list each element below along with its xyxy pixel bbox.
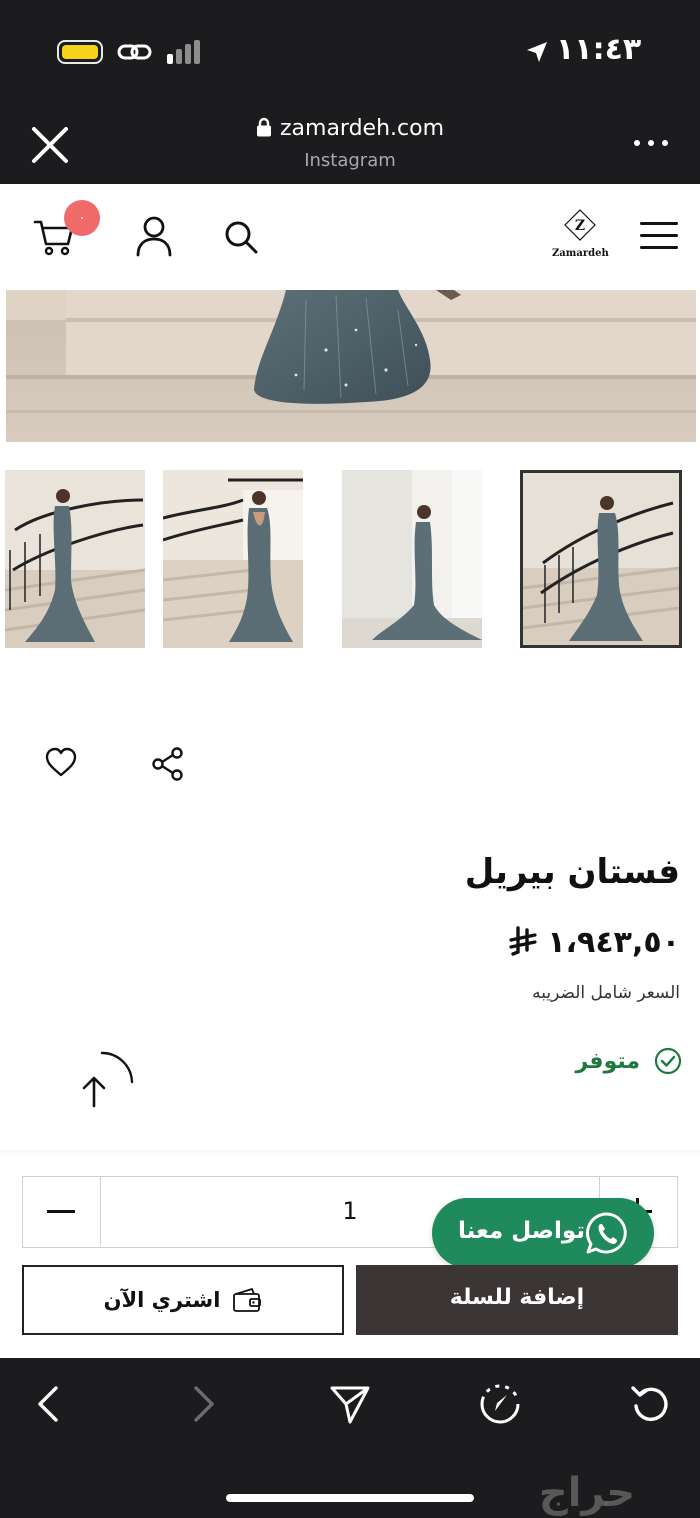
brand-name: Zamardeh [552, 248, 609, 259]
decrease-quantity-button[interactable] [23, 1177, 101, 1246]
thumbnail-image [163, 470, 303, 648]
battery-icon [57, 40, 103, 64]
whatsapp-contact-button[interactable]: تواصل معنا [432, 1198, 654, 1268]
wallet-icon [233, 1288, 262, 1312]
tax-note: السعر شامل الضريبه [532, 983, 680, 1003]
whatsapp-label: تواصل معنا [458, 1218, 585, 1244]
price-row: ١،٩٤٣,٥٠ [509, 920, 680, 964]
section-divider [0, 1150, 700, 1158]
browser-toolbar: حراج [0, 1358, 700, 1518]
product-price: ١،٩٤٣,٥٠ [547, 924, 680, 960]
product-main-image[interactable] [6, 290, 696, 442]
availability-text: متوفر [575, 1048, 641, 1074]
link-icon [117, 44, 152, 60]
thumbnail-gallery [0, 470, 700, 648]
menu-icon[interactable] [640, 220, 680, 252]
compass-icon[interactable] [478, 1382, 522, 1426]
product-title: فستان بيريل [464, 852, 680, 892]
browser-header: zamardeh.com Instagram [0, 100, 700, 184]
chevron-right-icon[interactable] [180, 1382, 224, 1426]
site-header: ٠ Z Zamardeh [0, 184, 700, 290]
clock: ١١:٤٣ [556, 32, 642, 67]
heart-icon[interactable] [44, 746, 78, 780]
signal-icon [167, 40, 205, 64]
send-icon[interactable] [328, 1382, 372, 1426]
chevron-left-icon[interactable] [28, 1382, 72, 1426]
thumbnail-image [342, 470, 482, 648]
buy-now-label: اشتري الآن [103, 1288, 221, 1312]
status-bar: ١١:٤٣ [0, 0, 700, 100]
arrow-up-icon[interactable] [74, 1050, 136, 1112]
share-icon[interactable] [150, 746, 186, 782]
product-photo [6, 290, 696, 442]
search-icon[interactable] [222, 218, 260, 256]
whatsapp-icon [586, 1212, 627, 1254]
user-icon[interactable] [134, 214, 174, 258]
logo-mark: Z [564, 209, 596, 241]
lock-icon [256, 117, 271, 137]
add-to-cart-label: إضافة للسلة [449, 1285, 585, 1310]
riyal-currency-icon [509, 926, 537, 956]
logo-letter: Z [575, 218, 585, 234]
minus-icon [47, 1210, 75, 1213]
haraj-watermark: حراج [539, 1470, 635, 1516]
location-arrow-icon [527, 42, 547, 62]
brand-logo[interactable]: Z Zamardeh [552, 208, 609, 268]
add-to-cart-button[interactable]: إضافة للسلة [356, 1265, 678, 1335]
source-label: Instagram [304, 150, 396, 171]
url-text: zamardeh.com [279, 116, 445, 141]
buy-now-button[interactable]: اشتري الآن [22, 1265, 344, 1335]
url-bar[interactable]: zamardeh.com [0, 116, 700, 141]
more-icon[interactable] [634, 140, 668, 150]
thumbnail-image [5, 470, 145, 648]
cart-count-badge: ٠ [64, 200, 100, 236]
svg-text:حراج: حراج [539, 1470, 635, 1516]
stock-status: متوفر [576, 1044, 683, 1078]
thumbnail-image [523, 473, 679, 645]
thumbnail-3[interactable] [342, 470, 482, 648]
thumbnail-4[interactable] [520, 470, 682, 648]
check-circle-icon [654, 1047, 682, 1075]
home-indicator[interactable] [226, 1494, 474, 1502]
reload-icon[interactable] [628, 1382, 672, 1426]
thumbnail-1[interactable] [5, 470, 145, 648]
thumbnail-2[interactable] [163, 470, 303, 648]
